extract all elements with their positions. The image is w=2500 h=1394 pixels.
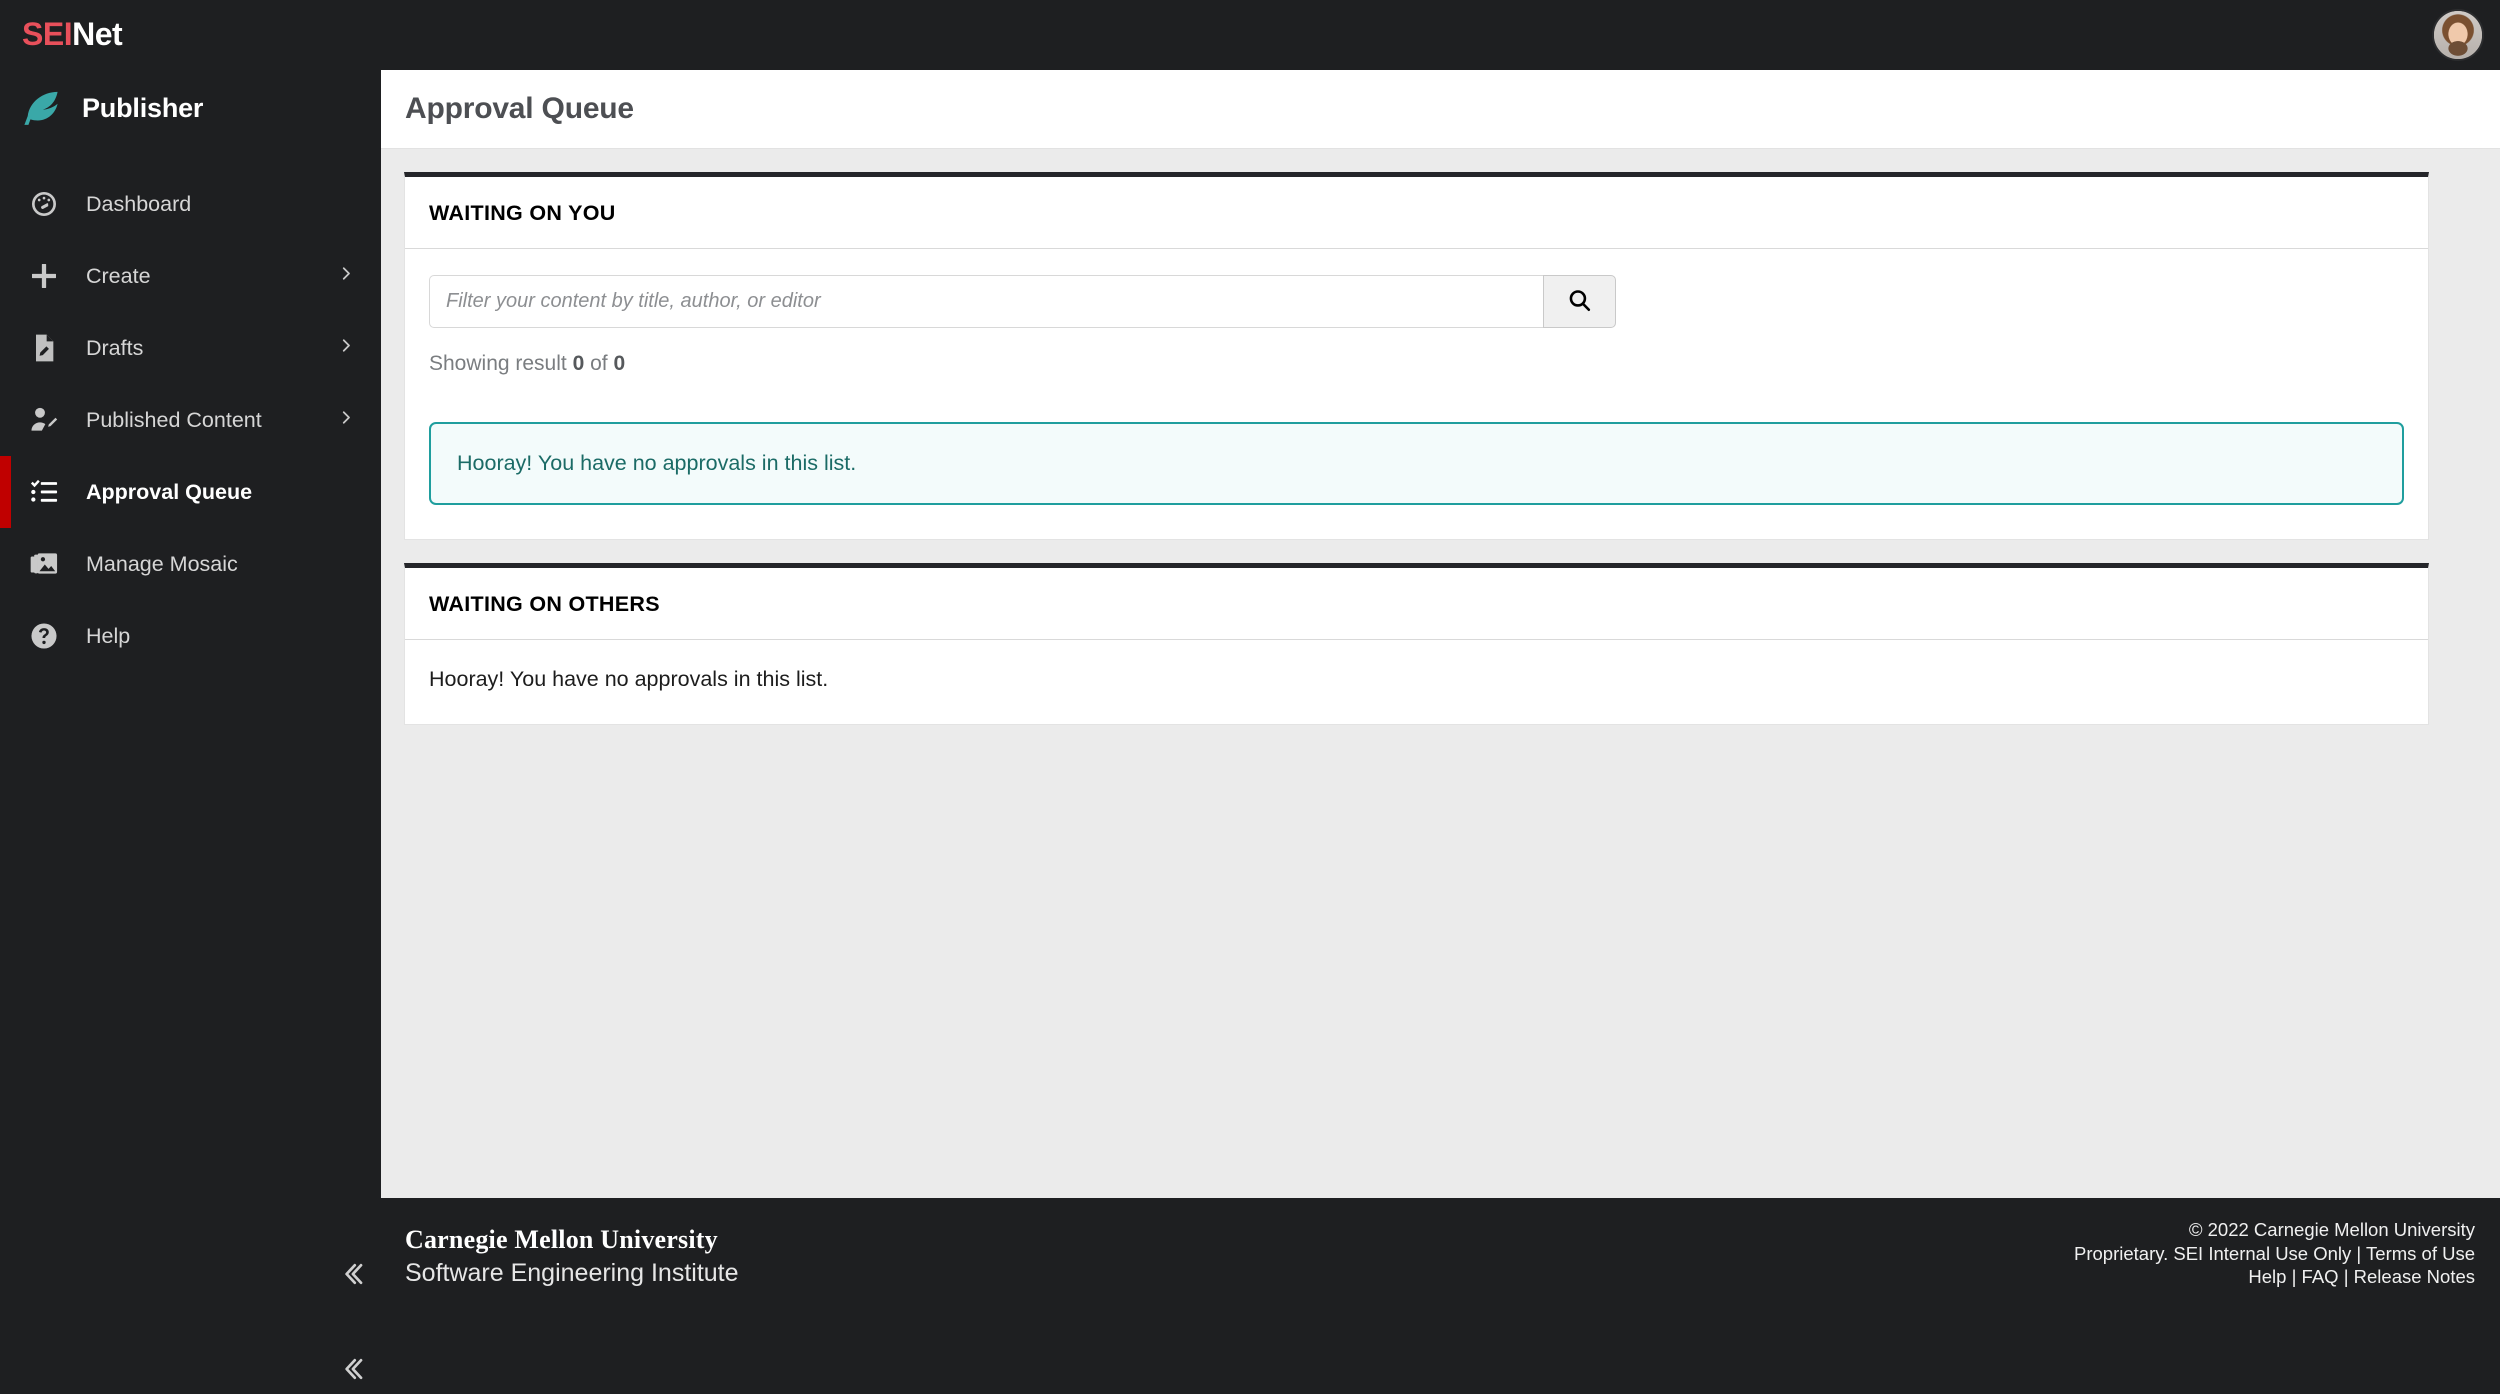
gauge-icon bbox=[27, 187, 61, 221]
empty-message: Hooray! You have no approvals in this li… bbox=[457, 451, 857, 475]
app-root: SEINet Publisher Dashboard Create Drafts… bbox=[0, 0, 2500, 1394]
sidebar-item-manage-mosaic[interactable]: Manage Mosaic bbox=[0, 528, 381, 600]
showing-count: 0 bbox=[572, 352, 585, 375]
sidebar-product-name: Publisher bbox=[82, 92, 204, 123]
separator: | bbox=[2343, 1266, 2349, 1287]
copyright-line: © 2022 Carnegie Mellon University bbox=[2188, 1219, 2475, 1240]
sidebar: Publisher Dashboard Create Drafts Publis… bbox=[0, 0, 381, 1394]
brand-logo[interactable]: SEINet bbox=[22, 14, 123, 54]
waiting-on-others-body: Hooray! You have no approvals in this li… bbox=[405, 640, 2428, 724]
avatar-image bbox=[2434, 11, 2482, 59]
sidebar-item-label: Help bbox=[86, 623, 131, 648]
cmu-university-name: Carnegie Mellon University bbox=[405, 1225, 718, 1254]
chevron-right-icon bbox=[337, 337, 355, 360]
separator: | bbox=[2291, 1266, 2297, 1287]
sidebar-item-label: Drafts bbox=[86, 335, 144, 360]
waiting-on-others-card: WAITING ON OTHERS Hooray! You have no ap… bbox=[404, 563, 2429, 725]
waiting-on-you-heading: WAITING ON YOU bbox=[429, 201, 616, 225]
sidebar-item-label: Dashboard bbox=[86, 191, 192, 216]
feather-icon bbox=[20, 86, 64, 130]
page-title: Approval Queue bbox=[405, 92, 634, 125]
waiting-on-you-empty-alert: Hooray! You have no approvals in this li… bbox=[429, 422, 2404, 505]
checklist-icon bbox=[27, 475, 61, 509]
sidebar-item-dashboard[interactable]: Dashboard bbox=[0, 168, 381, 240]
avatar[interactable] bbox=[2432, 9, 2484, 61]
sidebar-nav: Dashboard Create Drafts Published Conten… bbox=[0, 168, 381, 672]
sidebar-item-drafts[interactable]: Drafts bbox=[0, 312, 381, 384]
waiting-on-others-heading: WAITING ON OTHERS bbox=[429, 592, 660, 616]
sidebar-item-published-content[interactable]: Published Content bbox=[0, 384, 381, 456]
footer-legal: © 2022 Carnegie Mellon University Propri… bbox=[2074, 1218, 2475, 1289]
top-bar: SEINet bbox=[0, 0, 2500, 70]
showing-prefix: Showing result bbox=[429, 352, 567, 375]
filter-input[interactable] bbox=[429, 275, 1543, 328]
sidebar-item-label: Create bbox=[86, 263, 151, 288]
sidebar-item-label: Manage Mosaic bbox=[86, 551, 238, 576]
user-pencil-icon bbox=[27, 403, 61, 437]
double-chevron-left-icon bbox=[336, 1259, 366, 1294]
footer-links-line: Help | FAQ | Release Notes bbox=[2074, 1265, 2475, 1289]
sidebar-item-create[interactable]: Create bbox=[0, 240, 381, 312]
proprietary-line: Proprietary. SEI Internal Use Only | Ter… bbox=[2074, 1242, 2475, 1266]
faq-link[interactable]: FAQ bbox=[2302, 1266, 2339, 1287]
cmu-lockup: Carnegie Mellon University Software Engi… bbox=[405, 1224, 739, 1290]
terms-of-use-link[interactable]: Terms of Use bbox=[2366, 1243, 2475, 1264]
sidebar-item-help[interactable]: Help bbox=[0, 600, 381, 672]
main-content: Approval Queue WAITING ON YOU Filter you… bbox=[381, 70, 2500, 1198]
waiting-on-you-body: Showing result 0 of 0 Hooray! You have n… bbox=[405, 249, 2428, 539]
separator: | bbox=[2356, 1242, 2362, 1264]
search-button[interactable] bbox=[1543, 275, 1616, 328]
chevron-right-icon bbox=[337, 409, 355, 432]
waiting-on-you-card: WAITING ON YOU Showing result 0 bbox=[404, 172, 2429, 540]
proprietary-text: Proprietary. SEI Internal Use Only bbox=[2074, 1242, 2352, 1264]
page-footer: Carnegie Mellon University Software Engi… bbox=[381, 1198, 2500, 1394]
sidebar-item-label: Published Content bbox=[86, 407, 262, 432]
help-link[interactable]: Help bbox=[2248, 1266, 2286, 1287]
question-circle-icon bbox=[27, 619, 61, 653]
search-icon bbox=[1566, 287, 1593, 317]
brand-suffix: Net bbox=[72, 16, 123, 52]
showing-middle: of bbox=[590, 352, 608, 375]
empty-message: Hooray! You have no approvals in this li… bbox=[429, 667, 829, 691]
sidebar-collapse-button[interactable] bbox=[330, 1255, 372, 1297]
showing-result-text: Showing result 0 of 0 bbox=[429, 352, 2404, 376]
footer-collapse-button[interactable] bbox=[330, 1350, 372, 1392]
showing-total: 0 bbox=[613, 352, 626, 375]
chevron-right-icon bbox=[337, 265, 355, 288]
release-notes-link[interactable]: Release Notes bbox=[2354, 1266, 2475, 1287]
sidebar-item-approval-queue[interactable]: Approval Queue bbox=[0, 456, 381, 528]
page-header: Approval Queue bbox=[381, 70, 2500, 149]
images-icon bbox=[27, 547, 61, 581]
file-pencil-icon bbox=[27, 331, 61, 365]
waiting-on-others-header: WAITING ON OTHERS bbox=[405, 568, 2428, 640]
filter-row bbox=[429, 275, 1616, 328]
cmu-institute-name: Software Engineering Institute bbox=[405, 1259, 739, 1287]
sidebar-product-logo[interactable]: Publisher bbox=[20, 86, 203, 130]
double-chevron-left-icon bbox=[336, 1354, 366, 1389]
sidebar-item-label: Approval Queue bbox=[86, 479, 253, 504]
brand-prefix: SEI bbox=[22, 16, 73, 52]
plus-icon bbox=[27, 259, 61, 293]
waiting-on-you-header: WAITING ON YOU bbox=[405, 177, 2428, 249]
